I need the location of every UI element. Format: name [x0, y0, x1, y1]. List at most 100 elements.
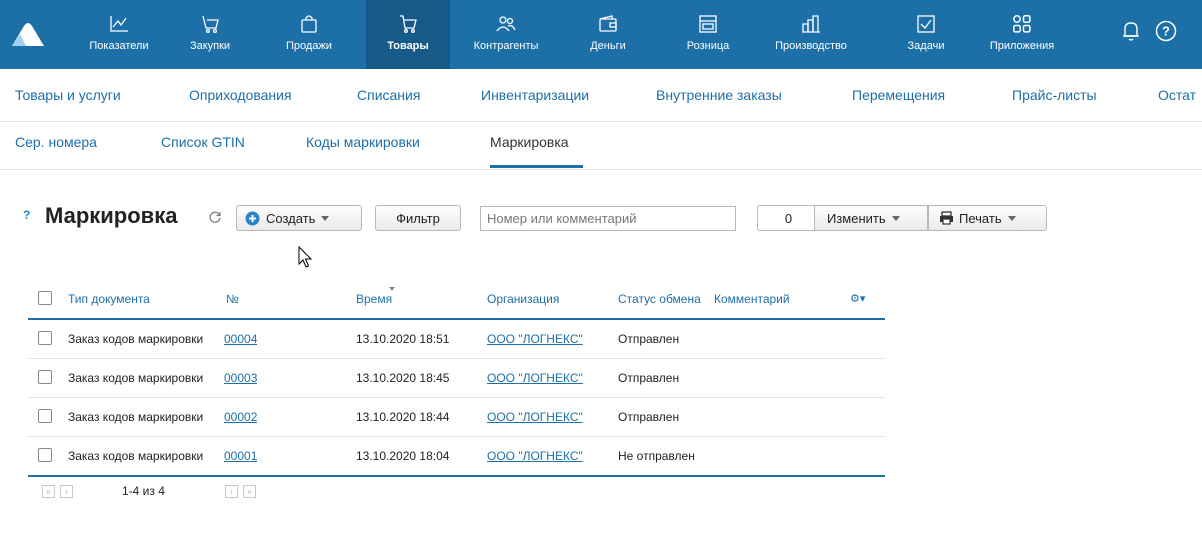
- nav-item-tasks[interactable]: Задачи: [896, 0, 956, 69]
- nav-item-indicators[interactable]: Показатели: [84, 0, 154, 69]
- column-header-number[interactable]: №: [226, 292, 239, 306]
- nav-item-label: Приложения: [989, 40, 1055, 52]
- row-checkbox[interactable]: [38, 409, 52, 423]
- next-page-button[interactable]: ›: [225, 485, 238, 498]
- help-icon[interactable]: ?: [1155, 20, 1177, 47]
- change-button-label: Изменить: [827, 210, 886, 226]
- nav-item-apps[interactable]: Приложения: [982, 0, 1062, 69]
- cell-number[interactable]: 00001: [224, 449, 257, 463]
- subnav-marking[interactable]: Маркировка: [490, 134, 569, 150]
- column-header-time[interactable]: Время: [356, 292, 392, 306]
- task-check-icon: [916, 13, 936, 35]
- subnav-marking-codes[interactable]: Коды маркировки: [306, 134, 420, 150]
- printer-icon: [940, 211, 953, 225]
- nav-item-label: Закупки: [189, 40, 231, 52]
- column-settings-icon[interactable]: ⚙▾: [850, 292, 865, 305]
- store-icon: [698, 13, 718, 35]
- last-page-button[interactable]: »: [243, 485, 256, 498]
- cell-organization[interactable]: ООО "ЛОГНЕКС": [487, 449, 583, 463]
- table-header: Тип документа № Время Организация Статус…: [28, 280, 885, 320]
- cell-number[interactable]: 00002: [224, 410, 257, 424]
- row-checkbox[interactable]: [38, 370, 52, 384]
- print-button[interactable]: Печать: [928, 205, 1047, 231]
- select-all-checkbox[interactable]: [38, 291, 52, 305]
- cell-organization[interactable]: ООО "ЛОГНЕКС": [487, 371, 583, 385]
- active-tab-underline: [490, 165, 583, 168]
- row-checkbox[interactable]: [38, 448, 52, 462]
- nav-item-label: Контрагенты: [473, 40, 539, 52]
- nav-item-label: Показатели: [89, 40, 149, 52]
- table-row[interactable]: Заказ кодов маркировки 00004 13.10.2020 …: [28, 320, 885, 359]
- create-button[interactable]: Создать: [236, 205, 362, 231]
- column-header-comment[interactable]: Комментарий: [714, 292, 790, 306]
- filter-button-label: Фильтр: [396, 210, 440, 226]
- bell-icon[interactable]: [1122, 20, 1140, 47]
- nav-item-money[interactable]: Деньги: [580, 0, 636, 69]
- subnav-stock[interactable]: Остат: [1158, 87, 1196, 103]
- cell-type: Заказ кодов маркировки: [68, 332, 204, 346]
- chart-line-icon: [109, 13, 129, 35]
- page-title: Маркировка: [45, 203, 178, 228]
- subnav-row-2: Сер. номера Список GTIN Коды маркировки …: [0, 121, 1202, 170]
- contacts-icon: [496, 13, 516, 35]
- create-button-label: Создать: [266, 210, 316, 226]
- cell-time: 13.10.2020 18:45: [356, 371, 450, 385]
- nav-item-purchases[interactable]: Закупки: [180, 0, 240, 69]
- subnav-transfers[interactable]: Перемещения: [852, 87, 945, 103]
- sort-desc-icon: [389, 287, 395, 291]
- cell-time: 13.10.2020 18:04: [356, 449, 450, 463]
- nav-item-contractors[interactable]: Контрагенты: [466, 0, 546, 69]
- table-row[interactable]: Заказ кодов маркировки 00001 13.10.2020 …: [28, 437, 885, 477]
- chevron-down-icon: [891, 215, 900, 221]
- cell-status: Отправлен: [618, 410, 680, 424]
- chevron-down-icon: [1007, 215, 1016, 221]
- subnav-inventory[interactable]: Инвентаризации: [481, 87, 589, 103]
- nav-item-label: Деньги: [590, 40, 626, 52]
- nav-item-label: Производство: [775, 40, 847, 52]
- subnav-write-offs[interactable]: Списания: [357, 87, 420, 103]
- subnav-goods-services[interactable]: Товары и услуги: [15, 87, 121, 103]
- first-page-button[interactable]: «: [42, 485, 55, 498]
- cell-number[interactable]: 00004: [224, 332, 257, 346]
- cell-organization[interactable]: ООО "ЛОГНЕКС": [487, 332, 583, 346]
- cart-icon: [398, 13, 418, 35]
- page-help-icon[interactable]: ?: [23, 208, 37, 222]
- nav-item-label: Товары: [387, 40, 429, 52]
- table-row[interactable]: Заказ кодов маркировки 00003 13.10.2020 …: [28, 359, 885, 398]
- nav-item-sales[interactable]: Продажи: [276, 0, 342, 69]
- cell-number[interactable]: 00003: [224, 371, 257, 385]
- column-header-organization[interactable]: Организация: [487, 292, 559, 306]
- nav-item-production[interactable]: Производство: [766, 0, 856, 69]
- cell-status: Отправлен: [618, 332, 680, 346]
- cell-type: Заказ кодов маркировки: [68, 371, 204, 385]
- nav-item-label: Задачи: [907, 40, 945, 52]
- subnav-row-1: Товары и услуги Оприходования Списания И…: [0, 69, 1202, 122]
- nav-item-goods[interactable]: Товары: [366, 0, 450, 69]
- change-button[interactable]: Изменить: [814, 205, 928, 231]
- subnav-receipts[interactable]: Оприходования: [189, 87, 292, 103]
- cell-status: Не отправлен: [618, 449, 695, 463]
- table-row[interactable]: Заказ кодов маркировки 00002 13.10.2020 …: [28, 398, 885, 437]
- filter-button[interactable]: Фильтр: [375, 205, 461, 231]
- subnav-gtin-list[interactable]: Список GTIN: [161, 134, 245, 150]
- prev-page-button[interactable]: ‹: [60, 485, 73, 498]
- subnav-price-lists[interactable]: Прайс-листы: [1012, 87, 1097, 103]
- cell-time: 13.10.2020 18:51: [356, 332, 450, 346]
- column-header-type[interactable]: Тип документа: [68, 292, 150, 306]
- nav-item-retail[interactable]: Розница: [672, 0, 744, 69]
- cell-status: Отправлен: [618, 371, 680, 385]
- pager-range: 1-4 из 4: [122, 484, 165, 498]
- purchases-icon: [200, 13, 220, 35]
- cell-type: Заказ кодов маркировки: [68, 449, 204, 463]
- refresh-icon[interactable]: [208, 210, 222, 229]
- subnav-internal-orders[interactable]: Внутренние заказы: [656, 87, 782, 103]
- search-input[interactable]: [480, 206, 736, 231]
- subnav-serial-numbers[interactable]: Сер. номера: [15, 134, 97, 150]
- row-checkbox[interactable]: [38, 331, 52, 345]
- chevron-down-icon: [321, 215, 330, 221]
- column-header-exchange-status[interactable]: Статус обмена: [618, 292, 701, 306]
- logo-icon[interactable]: [10, 20, 46, 48]
- cell-organization[interactable]: ООО "ЛОГНЕКС": [487, 410, 583, 424]
- nav-item-label: Продажи: [286, 40, 332, 52]
- print-button-label: Печать: [959, 210, 1002, 226]
